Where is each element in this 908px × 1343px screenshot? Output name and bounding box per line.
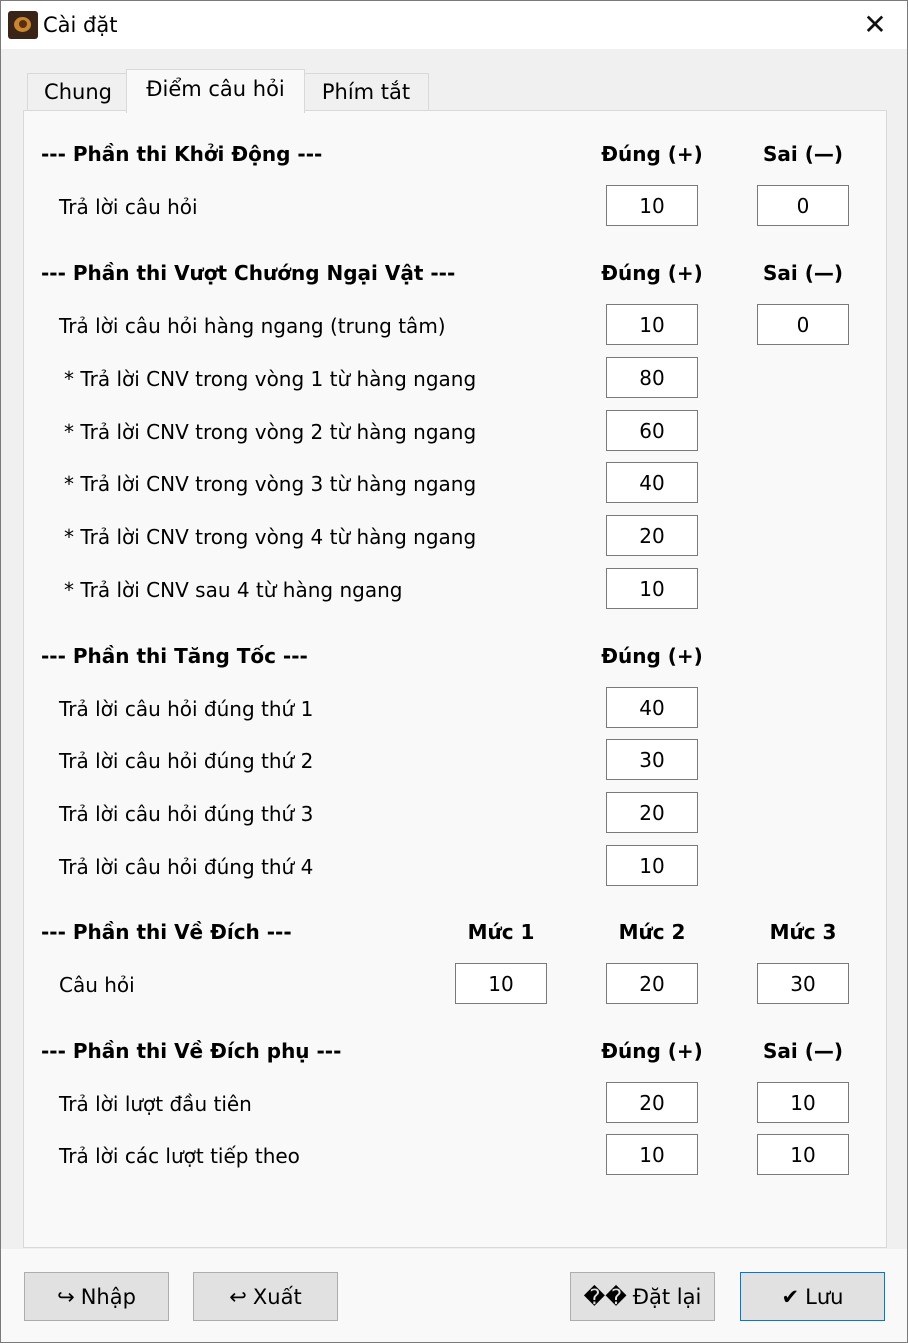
correct-points-input[interactable]: 10 xyxy=(606,845,698,886)
correct-points-input[interactable]: 20 xyxy=(606,1082,698,1123)
row-label: * Trả lời CNV trong vòng 1 từ hàng ngang xyxy=(64,367,477,391)
correct-points-input[interactable]: 40 xyxy=(606,462,698,503)
settings-window: Cài đặt ✕ Chung Điểm câu hỏi Phím tắt --… xyxy=(0,0,908,1343)
wrong-points-input[interactable]: 0 xyxy=(757,185,849,226)
header-correct: Đúng (+) xyxy=(601,261,703,285)
header-correct: Đúng (+) xyxy=(601,1039,703,1063)
export-button-label: Xuất xyxy=(252,1285,302,1309)
level1-points-input[interactable]: 10 xyxy=(455,963,547,1004)
correct-points-input[interactable]: 20 xyxy=(606,515,698,556)
app-icon xyxy=(8,11,38,39)
correct-points-input[interactable]: 60 xyxy=(606,410,698,451)
close-icon[interactable]: ✕ xyxy=(853,7,897,43)
section-title-khoi-dong: --- Phần thi Khởi Động --- xyxy=(41,142,323,166)
wrong-points-input[interactable]: 10 xyxy=(757,1082,849,1123)
row-label: Trả lời câu hỏi đúng thứ 3 xyxy=(59,802,314,826)
row-label: Trả lời câu hỏi đúng thứ 1 xyxy=(59,697,314,721)
tab-shortcuts[interactable]: Phím tắt xyxy=(303,73,429,111)
header-correct: Đúng (+) xyxy=(601,644,703,668)
level3-points-input[interactable]: 30 xyxy=(757,963,849,1004)
row-label: Câu hỏi xyxy=(59,973,135,997)
tab-general[interactable]: Chung xyxy=(27,73,129,111)
level2-points-input[interactable]: 20 xyxy=(606,963,698,1004)
section-title-ve-dich: --- Phần thi Về Đích --- xyxy=(41,920,292,944)
row-label: Trả lời câu hỏi hàng ngang (trung tâm) xyxy=(59,314,446,338)
row-label: * Trả lời CNV trong vòng 4 từ hàng ngang xyxy=(64,525,477,549)
header-level-3: Mức 3 xyxy=(769,920,837,944)
reset-button[interactable]: �� Đặt lại xyxy=(570,1272,715,1321)
save-button-label: Lưu xyxy=(805,1285,844,1309)
correct-points-input[interactable]: 30 xyxy=(606,739,698,780)
correct-points-input[interactable]: 10 xyxy=(606,304,698,345)
row-label: Trả lời các lượt tiếp theo xyxy=(59,1144,300,1168)
wrong-points-input[interactable]: 0 xyxy=(757,304,849,345)
reset-button-label: Đặt lại xyxy=(632,1285,702,1309)
section-title-ve-dich-phu: --- Phần thi Về Đích phụ --- xyxy=(41,1039,342,1063)
title-bar: Cài đặt ✕ xyxy=(1,1,907,49)
header-correct: Đúng (+) xyxy=(601,142,703,166)
row-label: Trả lời câu hỏi đúng thứ 2 xyxy=(59,749,314,773)
import-button-label: Nhập xyxy=(80,1285,136,1309)
row-label: * Trả lời CNV trong vòng 3 từ hàng ngang xyxy=(64,472,477,496)
row-label: Trả lời lượt đầu tiên xyxy=(59,1092,252,1116)
export-button[interactable]: ↩ Xuất xyxy=(193,1272,338,1321)
section-title-tang-toc: --- Phần thi Tăng Tốc --- xyxy=(41,644,308,668)
import-button[interactable]: ↪ Nhập xyxy=(24,1272,169,1321)
correct-points-input[interactable]: 10 xyxy=(606,1134,698,1175)
correct-points-input[interactable]: 20 xyxy=(606,792,698,833)
header-wrong: Sai (—) xyxy=(763,261,843,285)
header-wrong: Sai (—) xyxy=(763,142,843,166)
row-label: * Trả lời CNV sau 4 từ hàng ngang xyxy=(64,578,403,602)
correct-points-input[interactable]: 40 xyxy=(606,687,698,728)
row-label: * Trả lời CNV trong vòng 2 từ hàng ngang xyxy=(64,420,477,444)
header-level-2: Mức 2 xyxy=(618,920,686,944)
save-button[interactable]: ✔ Lưu xyxy=(740,1272,885,1321)
row-label: Trả lời câu hỏi đúng thứ 4 xyxy=(59,855,314,879)
correct-points-input[interactable]: 80 xyxy=(606,357,698,398)
correct-points-input[interactable]: 10 xyxy=(606,568,698,609)
row-label: Trả lời câu hỏi xyxy=(59,195,198,219)
export-arrow-icon: ↩ xyxy=(229,1285,247,1309)
window-title: Cài đặt xyxy=(43,13,118,37)
checkmark-icon: ✔ xyxy=(781,1285,800,1309)
import-arrow-icon: ↪ xyxy=(57,1285,75,1309)
wrong-points-input[interactable]: 10 xyxy=(757,1134,849,1175)
section-title-vcnv: --- Phần thi Vượt Chướng Ngại Vật --- xyxy=(41,261,456,285)
tab-question-points[interactable]: Điểm câu hỏi xyxy=(126,69,305,113)
header-wrong: Sai (—) xyxy=(763,1039,843,1063)
tab-bar: Chung Điểm câu hỏi Phím tắt xyxy=(24,69,904,113)
reset-icon: �� xyxy=(583,1285,627,1309)
correct-points-input[interactable]: 10 xyxy=(606,185,698,226)
header-level-1: Mức 1 xyxy=(467,920,535,944)
